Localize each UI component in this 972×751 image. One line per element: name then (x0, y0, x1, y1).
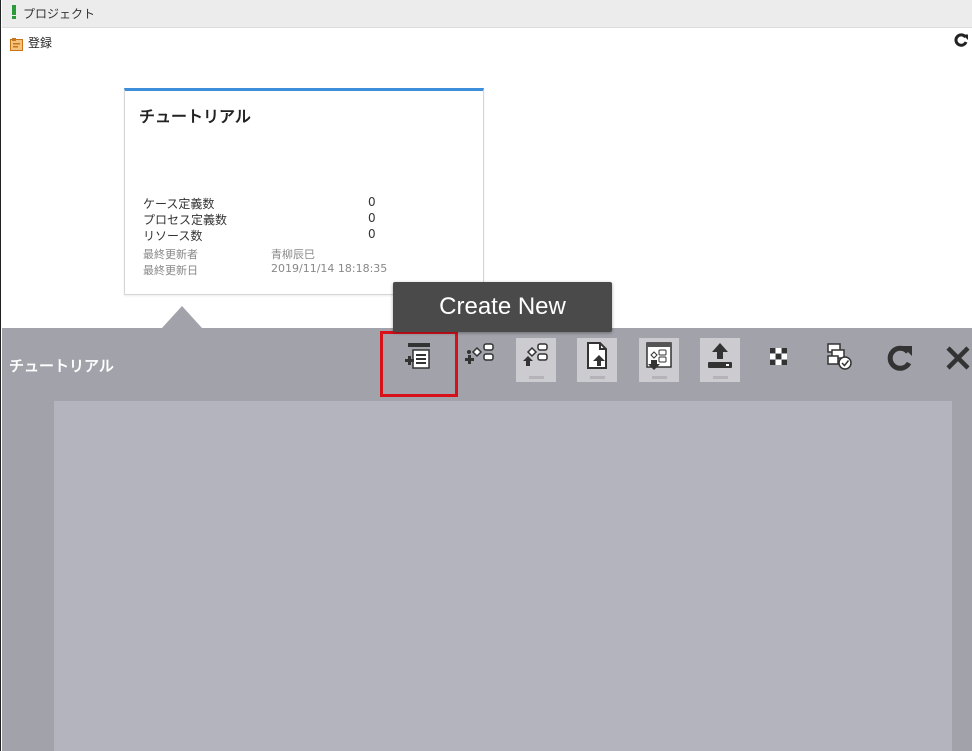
project-marker-icon (12, 5, 16, 19)
register-icon (10, 36, 24, 51)
validate-icon[interactable] (820, 338, 860, 382)
refresh-icon[interactable] (880, 338, 920, 382)
meta-row: 最終更新者 青柳辰巳 (143, 246, 443, 262)
action-bar: 登録 (2, 29, 972, 55)
project-card-title: チュートリアル (139, 107, 251, 126)
register-label: 登録 (28, 35, 53, 50)
app-window: プロジェクト 登録 チュートリアル ケース定義数 0 プロセス定義数 0 リソー… (0, 0, 972, 751)
stat-value: 0 (368, 227, 376, 241)
create-new-button[interactable]: Create New (393, 282, 612, 332)
upload-icon[interactable] (700, 338, 740, 382)
stat-value: 0 (368, 195, 376, 209)
stat-row: リソース数 0 (143, 227, 443, 243)
meta-label: 最終更新者 (143, 248, 198, 261)
meta-row: 最終更新日 2019/11/14 18:18:35 (143, 262, 443, 278)
selection-pointer (162, 306, 202, 328)
register-button[interactable]: 登録 (10, 33, 52, 51)
stat-row: ケース定義数 0 (143, 195, 443, 211)
stat-value: 0 (368, 211, 376, 225)
add-process-icon[interactable] (460, 338, 500, 382)
stat-row: プロセス定義数 0 (143, 211, 443, 227)
grid-icon[interactable] (760, 338, 800, 382)
project-detail-panel: チュートリアル (2, 328, 972, 751)
project-stats: ケース定義数 0 プロセス定義数 0 リソース数 0 最終更新者 青柳辰巳 最終… (143, 195, 443, 278)
stat-label: リソース数 (143, 229, 203, 243)
page-title: プロジェクト (23, 7, 96, 21)
stat-label: プロセス定義数 (143, 213, 228, 227)
import-process-icon[interactable] (516, 338, 556, 382)
close-icon[interactable] (938, 338, 972, 382)
stat-label: ケース定義数 (143, 197, 215, 211)
add-case-definition-icon[interactable] (399, 338, 439, 382)
project-card[interactable]: チュートリアル ケース定義数 0 プロセス定義数 0 リソース数 0 最終更新者… (124, 88, 484, 295)
import-file-icon[interactable] (577, 338, 617, 382)
meta-value: 2019/11/14 18:18:35 (271, 262, 388, 275)
meta-label: 最終更新日 (143, 264, 198, 277)
panel-toolbar (2, 328, 972, 400)
title-bar: プロジェクト (2, 0, 972, 28)
editor-canvas (54, 401, 952, 751)
refresh-icon[interactable] (953, 32, 969, 48)
meta-value: 青柳辰巳 (271, 248, 315, 261)
export-process-icon[interactable] (639, 338, 679, 382)
